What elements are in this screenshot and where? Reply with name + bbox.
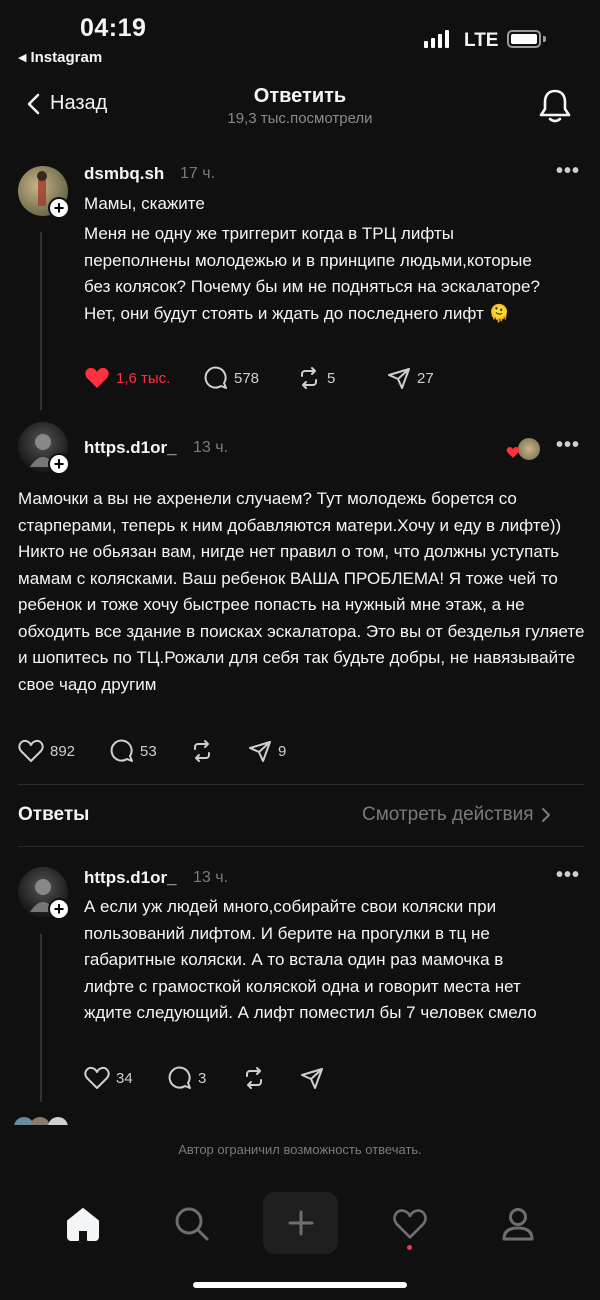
comment-count: 53 bbox=[140, 742, 157, 760]
share-count: 9 bbox=[278, 742, 287, 760]
chevron-right-icon bbox=[542, 808, 551, 822]
see-activity-label: Смотреть действия bbox=[362, 804, 534, 825]
network-label: LTE bbox=[464, 30, 499, 51]
battery-icon bbox=[507, 30, 541, 48]
status-time: 04:19 bbox=[80, 14, 147, 42]
comment-button[interactable]: 578 bbox=[204, 366, 297, 390]
author-avatar-mini bbox=[518, 438, 540, 460]
post-time: 17 ч. bbox=[180, 165, 216, 182]
share-button[interactable]: 9 bbox=[248, 739, 286, 763]
post-line1: Мамы, скажите bbox=[84, 194, 205, 213]
comment-icon bbox=[204, 366, 227, 389]
divider bbox=[18, 846, 584, 847]
heart-icon bbox=[84, 1066, 110, 1089]
heart-filled-icon bbox=[85, 367, 109, 388]
like-count: 892 bbox=[50, 742, 76, 760]
share-icon bbox=[388, 368, 410, 389]
thread-line bbox=[40, 232, 42, 410]
comment-count: 578 bbox=[234, 369, 260, 387]
more-icon[interactable]: ••• bbox=[556, 864, 580, 887]
repost-button[interactable] bbox=[190, 739, 248, 763]
signal-icon bbox=[424, 30, 449, 48]
heart-icon bbox=[18, 739, 44, 762]
search-icon bbox=[175, 1207, 209, 1241]
share-count: 27 bbox=[417, 369, 434, 387]
plus-icon bbox=[288, 1210, 313, 1236]
more-replies-avatars[interactable] bbox=[14, 1117, 74, 1125]
sub-reply-username[interactable]: https.d1or_ bbox=[84, 868, 177, 888]
repost-icon bbox=[301, 367, 317, 389]
share-icon bbox=[301, 1068, 323, 1089]
home-icon bbox=[67, 1208, 99, 1241]
repost-icon bbox=[246, 1067, 262, 1089]
battery-tip bbox=[543, 36, 546, 42]
repost-icon bbox=[194, 740, 210, 762]
comment-icon bbox=[110, 739, 133, 762]
reply-username[interactable]: https.d1or_ bbox=[84, 438, 177, 458]
post-body: Меня не одну же триггерит когда в ТРЦ ли… bbox=[84, 224, 540, 323]
share-icon bbox=[249, 741, 271, 762]
tab-search[interactable] bbox=[172, 1204, 212, 1244]
comment-button[interactable]: 3 bbox=[168, 1066, 242, 1090]
share-button[interactable] bbox=[300, 1066, 324, 1090]
like-count: 1,6 тыс. bbox=[116, 369, 171, 387]
follow-plus-icon[interactable]: + bbox=[48, 453, 70, 475]
sub-reply-time: 13 ч. bbox=[193, 869, 229, 886]
thread-line bbox=[40, 934, 42, 1102]
see-activity-link[interactable]: Смотреть действия bbox=[362, 804, 551, 826]
tab-compose[interactable] bbox=[263, 1192, 338, 1254]
more-icon[interactable]: ••• bbox=[556, 160, 580, 183]
post-actions: 1,6 тыс. 578 5 27 bbox=[84, 366, 434, 390]
tab-profile[interactable] bbox=[498, 1204, 538, 1244]
reply-actions: 892 53 9 bbox=[18, 739, 286, 763]
like-button[interactable]: 1,6 тыс. bbox=[84, 366, 204, 390]
activity-notification-dot bbox=[407, 1245, 412, 1250]
divider bbox=[18, 784, 584, 785]
repost-button[interactable]: 5 bbox=[297, 366, 387, 390]
comment-count: 3 bbox=[198, 1069, 207, 1087]
like-button[interactable]: 34 bbox=[84, 1066, 168, 1090]
follow-plus-icon[interactable]: + bbox=[48, 898, 70, 920]
back-app-label: Instagram bbox=[30, 49, 103, 66]
home-indicator[interactable] bbox=[193, 1282, 407, 1288]
post-username[interactable]: dsmbq.sh bbox=[84, 164, 164, 184]
comment-icon bbox=[168, 1066, 191, 1089]
repost-button[interactable] bbox=[242, 1066, 300, 1090]
tab-home[interactable] bbox=[62, 1204, 104, 1244]
tab-activity[interactable] bbox=[390, 1204, 430, 1244]
share-button[interactable]: 27 bbox=[387, 366, 434, 390]
heart-filled-icon bbox=[506, 447, 520, 458]
notifications-button[interactable] bbox=[538, 88, 572, 129]
replies-restricted-notice: Автор ограничил возможность отвечать. bbox=[178, 1142, 422, 1157]
repost-count: 5 bbox=[327, 369, 336, 387]
comment-button[interactable]: 53 bbox=[110, 739, 190, 763]
melting-face-emoji: 🫠 bbox=[488, 303, 510, 323]
reply-body: Мамочки а вы не ахренели случаем? Тут мо… bbox=[18, 489, 585, 694]
back-triangle-icon: ◀ bbox=[18, 52, 27, 64]
author-liked-badge bbox=[506, 438, 540, 460]
view-count: 19,3 тыс.посмотрели bbox=[227, 110, 373, 127]
sub-reply-body: А если уж людей много,собирайте свои кол… bbox=[84, 897, 537, 1022]
reply-time: 13 ч. bbox=[193, 439, 229, 456]
back-to-app-link[interactable]: ◀ Instagram bbox=[18, 49, 102, 66]
follow-plus-icon[interactable]: + bbox=[48, 197, 70, 219]
replies-title: Ответы bbox=[18, 804, 90, 825]
like-count: 34 bbox=[116, 1069, 133, 1087]
sub-reply-actions: 34 3 bbox=[84, 1066, 324, 1090]
more-icon[interactable]: ••• bbox=[556, 434, 580, 457]
profile-icon bbox=[502, 1208, 534, 1241]
bell-icon bbox=[539, 89, 571, 123]
heart-icon bbox=[393, 1209, 427, 1239]
page-title: Ответить bbox=[253, 85, 347, 107]
like-button[interactable]: 892 bbox=[18, 739, 110, 763]
